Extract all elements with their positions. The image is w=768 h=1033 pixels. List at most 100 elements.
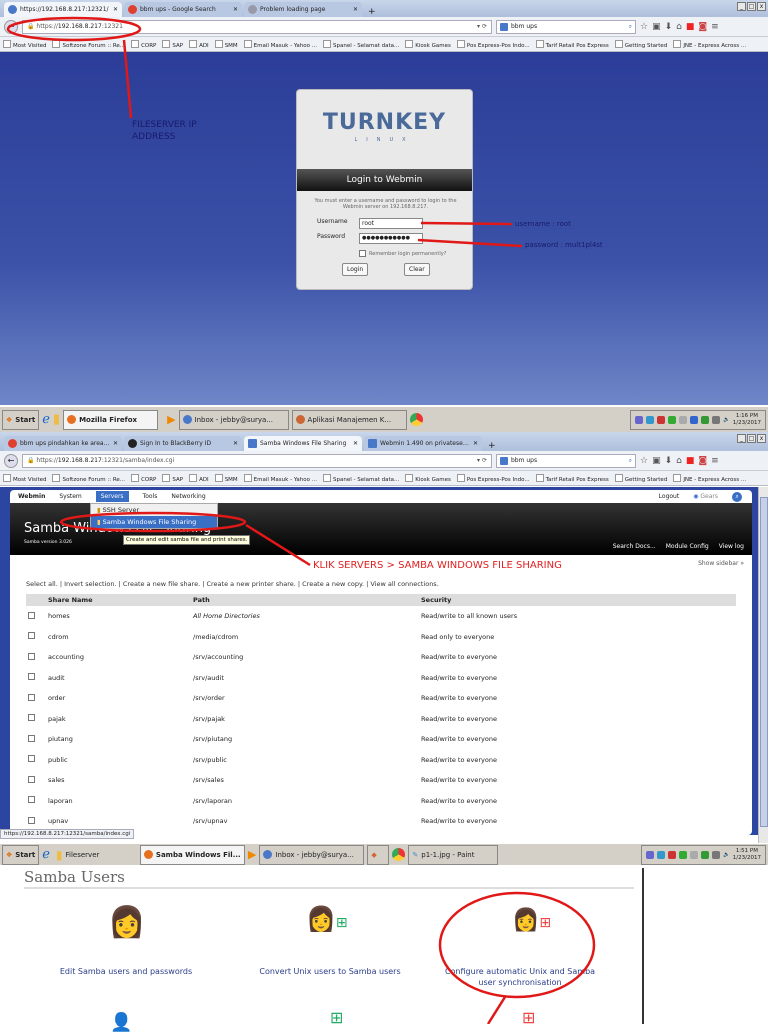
share-path[interactable]: /srv/order [191, 688, 419, 709]
volume-icon[interactable]: 🔈 [723, 417, 730, 423]
taskbar-thunderbird[interactable]: Inbox - jebby@surya... [178, 409, 289, 430]
maximize-button[interactable]: □ [747, 434, 756, 443]
bookmark-item[interactable]: Getting Started [615, 474, 668, 483]
convert-unix-users-link[interactable]: Convert Unix users to Samba users [240, 966, 420, 977]
back-button[interactable]: ← [4, 19, 18, 34]
row-checkbox[interactable] [28, 734, 35, 742]
menu-tools[interactable]: Tools [143, 493, 158, 500]
ie-icon[interactable]: ℯ [42, 847, 50, 862]
bookmark-item[interactable]: Kiosk Games [405, 474, 451, 483]
clipboard-icon[interactable]: ▣ [652, 456, 661, 466]
bookmark-item[interactable]: SMM [215, 474, 238, 483]
tab-google-bbm[interactable]: bbm ups pindahkan ke area - ... ✕ [4, 436, 122, 451]
close-icon[interactable]: ✕ [233, 440, 238, 447]
table-row[interactable]: accounting/srv/accounting Read/write to e… [26, 647, 736, 668]
bookmark-item[interactable]: Email Masuk - Yahoo ... [244, 40, 317, 49]
table-row[interactable]: public/srv/public Read/write to everyone [26, 750, 736, 771]
user-icon[interactable]: 👩 [108, 905, 145, 940]
share-name[interactable]: pajak [46, 709, 191, 730]
remember-checkbox[interactable] [359, 250, 366, 257]
share-name[interactable]: audit [46, 668, 191, 689]
password-field[interactable]: ●●●●●●●●●●● [359, 233, 423, 244]
search-box[interactable]: bbm ups ⌕ [496, 453, 636, 468]
menu-system[interactable]: System [59, 493, 81, 500]
share-path[interactable]: /srv/accounting [191, 647, 419, 668]
username-field[interactable]: root [359, 218, 423, 229]
tab-problem-loading[interactable]: Problem loading page ✕ [244, 2, 362, 17]
bookmark-item[interactable]: CORP [131, 474, 156, 483]
action-link[interactable]: Invert selection. [64, 580, 116, 588]
new-tab-button[interactable]: + [364, 7, 380, 17]
media-player-icon[interactable]: ▶ [167, 413, 175, 426]
share-name[interactable]: order [46, 688, 191, 709]
start-button[interactable]: ❖ Start [2, 409, 40, 430]
share-path[interactable]: /media/cdrom [191, 627, 419, 648]
table-row[interactable]: sales/srv/sales Read/write to everyone [26, 770, 736, 791]
clipboard-icon[interactable]: ▣ [652, 22, 661, 32]
search-docs-link[interactable]: Search Docs... [613, 543, 656, 550]
share-name[interactable]: homes [46, 606, 191, 627]
close-icon[interactable]: ✕ [113, 6, 118, 13]
taskbar-paint[interactable]: ✎ p1-1.jpg - Paint [408, 844, 499, 865]
gears-toggle[interactable]: ◉ Gears [693, 493, 718, 500]
tab-samba[interactable]: Samba Windows File Sharing ✕ [244, 436, 362, 451]
minimize-button[interactable]: _ [737, 2, 746, 11]
table-row[interactable]: pajak/srv/pajak Read/write to everyone [26, 709, 736, 730]
table-row[interactable]: cdrom/media/cdrom Read only to everyone [26, 627, 736, 648]
url-bar[interactable]: 🔒 https://192.168.8.217:12321 ▾ ⟳ [22, 19, 492, 34]
volume-icon[interactable]: 🔈 [723, 852, 730, 858]
tab-blackberry[interactable]: Sign In to BlackBerry ID ✕ [124, 436, 242, 451]
bookmark-item[interactable]: SAP [162, 474, 183, 483]
clear-button[interactable]: Clear [404, 263, 430, 276]
row-checkbox[interactable] [28, 775, 35, 783]
addon-icon[interactable]: ◙ [698, 456, 707, 466]
bookmark-item[interactable]: Spanel - Selamat data... [323, 40, 399, 49]
maximize-button[interactable]: □ [747, 2, 756, 11]
row-checkbox[interactable] [28, 611, 35, 619]
bookmark-item[interactable]: SAP [162, 40, 183, 49]
show-sidebar-link[interactable]: Show sidebar » [698, 560, 744, 567]
bookmark-item[interactable]: Spanel - Selamat data... [323, 474, 399, 483]
tab-google-search[interactable]: bbm ups - Google Search ✕ [124, 2, 242, 17]
menu-item-ssh-server[interactable]: ▮ SSH Server [91, 504, 217, 516]
bookmark-item[interactable]: Softzone Forum :: Re... [52, 474, 125, 483]
share-name[interactable]: piutang [46, 729, 191, 750]
menu-networking[interactable]: Networking [171, 493, 205, 500]
new-tab-button[interactable]: + [484, 441, 500, 451]
search-box[interactable]: bbm ups ⌕ [496, 19, 636, 34]
close-window-button[interactable]: x [757, 2, 766, 11]
download-icon[interactable]: ⬇ [665, 456, 673, 466]
action-link[interactable]: Create a new printer share. [206, 580, 295, 588]
taskbar-aplikasi[interactable]: Aplikasi Manajemen K... [291, 409, 407, 430]
tab-webmin-login[interactable]: https://192.168.8.217:12321/✕ [4, 2, 122, 17]
bookmark-item[interactable]: Tarif Retail Pos Express [536, 474, 609, 483]
action-link[interactable]: Create a new file share. [123, 580, 200, 588]
reload-icon[interactable]: ▾ ⟳ [477, 457, 487, 464]
star-icon[interactable]: ☆ [640, 22, 648, 32]
bookmark-item[interactable]: SMM [215, 40, 238, 49]
bookmark-item[interactable]: Email Masuk - Yahoo ... [244, 474, 317, 483]
star-icon[interactable]: ☆ [640, 456, 648, 466]
bookmark-item[interactable]: ADI [189, 40, 209, 49]
row-checkbox[interactable] [28, 693, 35, 701]
share-path[interactable]: /srv/upnav [191, 811, 419, 832]
folder-icon[interactable]: ▮ [53, 412, 60, 427]
taskbar-app[interactable]: ◆ [367, 844, 390, 865]
share-path[interactable]: /srv/pajak [191, 709, 419, 730]
share-name[interactable]: cdrom [46, 627, 191, 648]
home-icon[interactable]: ⌂ [676, 22, 682, 32]
ie-icon[interactable]: ℯ [42, 412, 50, 427]
bookmark-item[interactable]: Kiosk Games [405, 40, 451, 49]
close-window-button[interactable]: x [757, 434, 766, 443]
download-icon[interactable]: ⬇ [665, 22, 673, 32]
tab-webmin[interactable]: Webmin 1.490 on privateserv... ✕ [364, 436, 482, 451]
row-checkbox[interactable] [28, 632, 35, 640]
taskbar-samba-firefox[interactable]: Samba Windows Fil... [139, 844, 245, 865]
chrome-icon[interactable] [409, 413, 423, 426]
close-icon[interactable]: ✕ [353, 6, 358, 13]
share-path[interactable]: /srv/sales [191, 770, 419, 791]
share-name[interactable]: public [46, 750, 191, 771]
action-link[interactable]: Create a new copy. [302, 580, 364, 588]
home-icon[interactable]: ⌂ [676, 456, 682, 466]
row-checkbox[interactable] [28, 796, 35, 804]
